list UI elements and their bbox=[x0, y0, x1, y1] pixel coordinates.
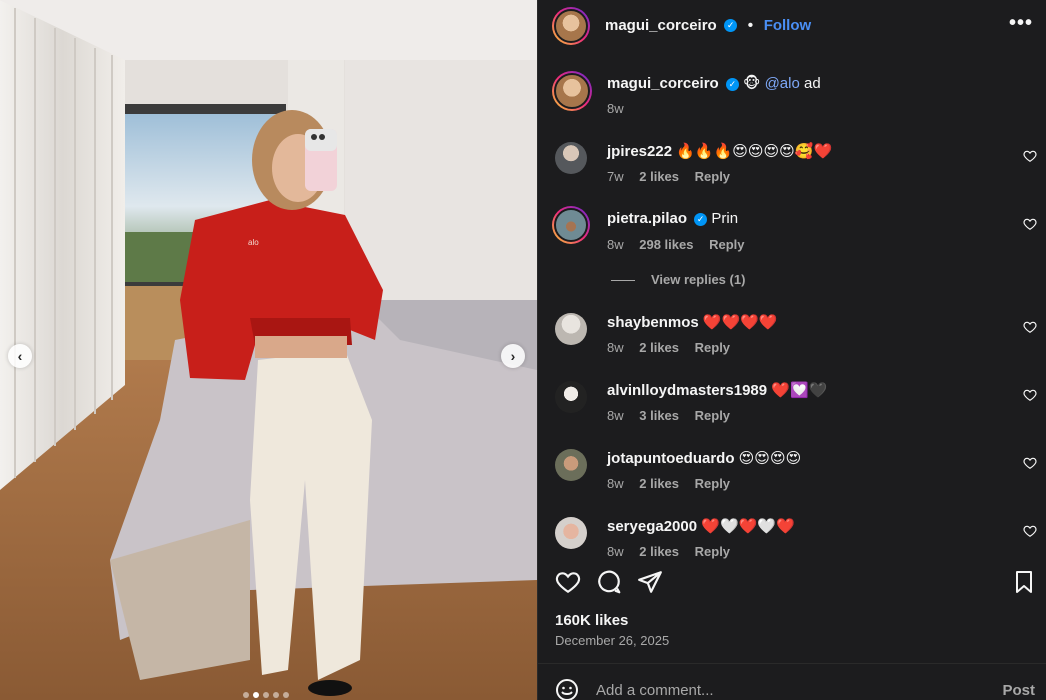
like-comment-heart-icon[interactable] bbox=[1023, 149, 1037, 163]
carousel-dot bbox=[243, 692, 249, 698]
comment-text: ❤️🤍❤️🤍❤️ bbox=[701, 518, 795, 535]
reply-button[interactable]: Reply bbox=[695, 476, 730, 491]
post-photo: alo bbox=[0, 0, 537, 700]
commenter-username[interactable]: pietra.pilao bbox=[607, 210, 687, 227]
commenter-username[interactable]: shaybenmos bbox=[607, 314, 699, 331]
comment-time: 8w bbox=[607, 544, 624, 559]
emoji-icon[interactable] bbox=[555, 678, 579, 700]
carousel-dot bbox=[283, 692, 289, 698]
comment-text: ❤️❤️❤️❤️ bbox=[702, 314, 778, 331]
commenter-avatar[interactable] bbox=[555, 381, 587, 413]
verified-badge-icon: ✓ bbox=[724, 19, 738, 33]
post-date: December 26, 2025 bbox=[555, 633, 670, 648]
heart-icon[interactable] bbox=[555, 569, 581, 595]
comment-item: jotapuntoeduardo 😍😍😍😍 8w 2 likes Reply bbox=[538, 449, 1046, 493]
share-icon[interactable] bbox=[637, 569, 663, 595]
comment-item: jpires222 🔥🔥🔥😍😍😍😍🥰❤️ 7w 2 likes Reply bbox=[538, 142, 1046, 186]
commenter-avatar[interactable] bbox=[555, 313, 587, 345]
like-comment-heart-icon[interactable] bbox=[1023, 320, 1037, 334]
reply-button[interactable]: Reply bbox=[695, 408, 730, 423]
comment-likes[interactable]: 298 likes bbox=[639, 237, 693, 252]
comment-time: 8w bbox=[607, 476, 624, 491]
view-replies-label: View replies (1) bbox=[651, 272, 746, 287]
like-comment-heart-icon[interactable] bbox=[1023, 456, 1037, 470]
author-username[interactable]: magui_corceiro bbox=[605, 17, 717, 34]
comment-likes[interactable]: 3 likes bbox=[639, 408, 679, 423]
comment-item: pietra.pilao ✓ Prin 8w 298 likes Reply bbox=[538, 206, 1046, 254]
comment-time: 8w bbox=[607, 237, 624, 252]
commenter-username[interactable]: jpires222 bbox=[607, 143, 672, 160]
commenter-avatar[interactable] bbox=[552, 206, 590, 244]
commenter-username[interactable]: alvinlloydmasters1989 bbox=[607, 382, 767, 399]
carousel-dot-active bbox=[253, 692, 259, 698]
like-comment-heart-icon[interactable] bbox=[1023, 524, 1037, 538]
carousel-indicator bbox=[243, 692, 289, 698]
comment-text: ❤️💟🖤 bbox=[771, 382, 828, 399]
comment-item: seryega2000 ❤️🤍❤️🤍❤️ 8w 2 likes Reply bbox=[538, 517, 1046, 561]
comment-likes[interactable]: 2 likes bbox=[639, 476, 679, 491]
previous-slide-button[interactable]: ‹ bbox=[8, 344, 32, 368]
commenter-username[interactable]: seryega2000 bbox=[607, 518, 697, 535]
comment-input[interactable]: Add a comment... bbox=[596, 682, 714, 699]
commenter-avatar[interactable] bbox=[555, 517, 587, 549]
separator-dot: • bbox=[747, 17, 754, 34]
post-caption: magui_corceiro ✓ 🐵 @alo ad 8w bbox=[538, 71, 1046, 124]
chevron-right-icon: › bbox=[510, 348, 516, 364]
commenter-username[interactable]: jotapuntoeduardo bbox=[607, 450, 735, 467]
caption-username[interactable]: magui_corceiro bbox=[607, 75, 719, 92]
reply-button[interactable]: Reply bbox=[709, 237, 744, 252]
caption-text: ad bbox=[804, 75, 821, 92]
like-comment-heart-icon[interactable] bbox=[1023, 388, 1037, 402]
next-slide-button[interactable]: › bbox=[501, 344, 525, 368]
caption-mention-link[interactable]: @alo bbox=[765, 75, 800, 92]
comment-likes[interactable]: 2 likes bbox=[639, 169, 679, 184]
comment-text: Prin bbox=[711, 210, 739, 227]
verified-badge-icon: ✓ bbox=[725, 77, 739, 91]
follow-button[interactable]: Follow bbox=[764, 17, 812, 34]
comment-likes[interactable]: 2 likes bbox=[639, 544, 679, 559]
comment-text: 😍😍😍😍 bbox=[738, 450, 802, 467]
caption-time: 8w bbox=[607, 101, 624, 116]
view-replies-button[interactable]: View replies (1) bbox=[611, 272, 745, 287]
reply-button[interactable]: Reply bbox=[695, 340, 730, 355]
post-comment-button[interactable]: Post bbox=[1002, 682, 1035, 699]
comment-likes[interactable]: 2 likes bbox=[639, 340, 679, 355]
like-comment-heart-icon[interactable] bbox=[1023, 217, 1037, 231]
comment-time: 8w bbox=[607, 408, 624, 423]
reply-button[interactable]: Reply bbox=[695, 169, 730, 184]
comment-bar: Add a comment... Post bbox=[538, 663, 1046, 700]
reply-button[interactable]: Reply bbox=[695, 544, 730, 559]
carousel-dot bbox=[273, 692, 279, 698]
comment-item: shaybenmos ❤️❤️❤️❤️ 8w 2 likes Reply bbox=[538, 313, 1046, 357]
caption-avatar[interactable] bbox=[552, 71, 592, 111]
comment-item: alvinlloydmasters1989 ❤️💟🖤 8w 3 likes Re… bbox=[538, 381, 1046, 425]
comment-time: 8w bbox=[607, 340, 624, 355]
divider-line bbox=[611, 280, 635, 282]
svg-text:alo: alo bbox=[248, 238, 259, 247]
comment-text: 🔥🔥🔥😍😍😍😍🥰❤️ bbox=[676, 143, 833, 160]
carousel-dot bbox=[263, 692, 269, 698]
post-media[interactable]: alo ‹ › bbox=[0, 0, 537, 700]
author-avatar[interactable] bbox=[552, 7, 590, 45]
caption-emoji: 🐵 bbox=[743, 75, 761, 92]
bookmark-icon[interactable] bbox=[1012, 569, 1036, 595]
verified-badge-icon: ✓ bbox=[694, 212, 708, 226]
likes-count[interactable]: 160K likes bbox=[555, 612, 628, 629]
more-options-icon[interactable]: ••• bbox=[1009, 12, 1033, 35]
chevron-left-icon: ‹ bbox=[17, 348, 23, 364]
commenter-avatar[interactable] bbox=[555, 142, 587, 174]
comment-time: 7w bbox=[607, 169, 624, 184]
post-header: magui_corceiro ✓ • Follow ••• bbox=[538, 0, 1046, 52]
post-details-panel: magui_corceiro ✓ • Follow ••• magui_corc… bbox=[537, 0, 1046, 700]
comment-icon[interactable] bbox=[596, 569, 622, 595]
commenter-avatar[interactable] bbox=[555, 449, 587, 481]
post-actions-bar bbox=[538, 565, 1046, 605]
